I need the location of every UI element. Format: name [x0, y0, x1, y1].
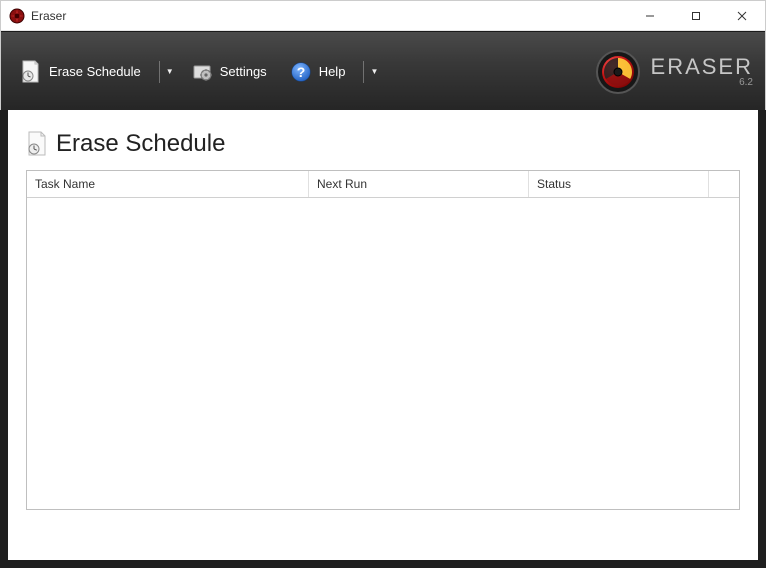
schedule-table: Task Name Next Run Status: [26, 170, 740, 510]
minimize-button[interactable]: [627, 1, 673, 31]
main-panel: Erase Schedule Task Name Next Run Status: [8, 110, 758, 560]
settings-label: Settings: [220, 64, 267, 79]
content: Erase Schedule Task Name Next Run Status: [0, 110, 766, 568]
svg-text:?: ?: [296, 64, 305, 80]
brand: ERASER 6.2: [595, 49, 753, 95]
document-clock-icon: [26, 131, 48, 157]
toolbar: Erase Schedule ▼ Settings: [1, 31, 765, 111]
table-header: Task Name Next Run Status: [27, 171, 739, 198]
chevron-down-icon[interactable]: ▼: [166, 67, 174, 76]
app-icon: [9, 8, 25, 24]
document-clock-icon: [19, 60, 43, 84]
maximize-button[interactable]: [673, 1, 719, 31]
brand-logo-icon: [595, 49, 641, 95]
divider: [363, 61, 364, 83]
column-task-name[interactable]: Task Name: [27, 171, 309, 197]
settings-button[interactable]: Settings: [184, 56, 273, 88]
brand-name: ERASER: [651, 56, 753, 78]
column-status[interactable]: Status: [529, 171, 709, 197]
column-extra[interactable]: [709, 171, 739, 197]
gear-icon: [190, 60, 214, 84]
window-title: Eraser: [31, 9, 66, 23]
help-button[interactable]: ? Help: [283, 56, 352, 88]
close-button[interactable]: [719, 1, 765, 31]
erase-schedule-button[interactable]: Erase Schedule: [13, 56, 147, 88]
brand-version: 6.2: [651, 78, 753, 88]
help-icon: ?: [289, 60, 313, 84]
erase-schedule-label: Erase Schedule: [49, 64, 141, 79]
divider: [159, 61, 160, 83]
chevron-down-icon[interactable]: ▼: [370, 67, 378, 76]
table-body: [27, 198, 739, 509]
page-title: Erase Schedule: [56, 130, 225, 158]
window-controls: [627, 1, 765, 31]
help-label: Help: [319, 64, 346, 79]
titlebar: Eraser: [1, 1, 765, 31]
column-next-run[interactable]: Next Run: [309, 171, 529, 197]
